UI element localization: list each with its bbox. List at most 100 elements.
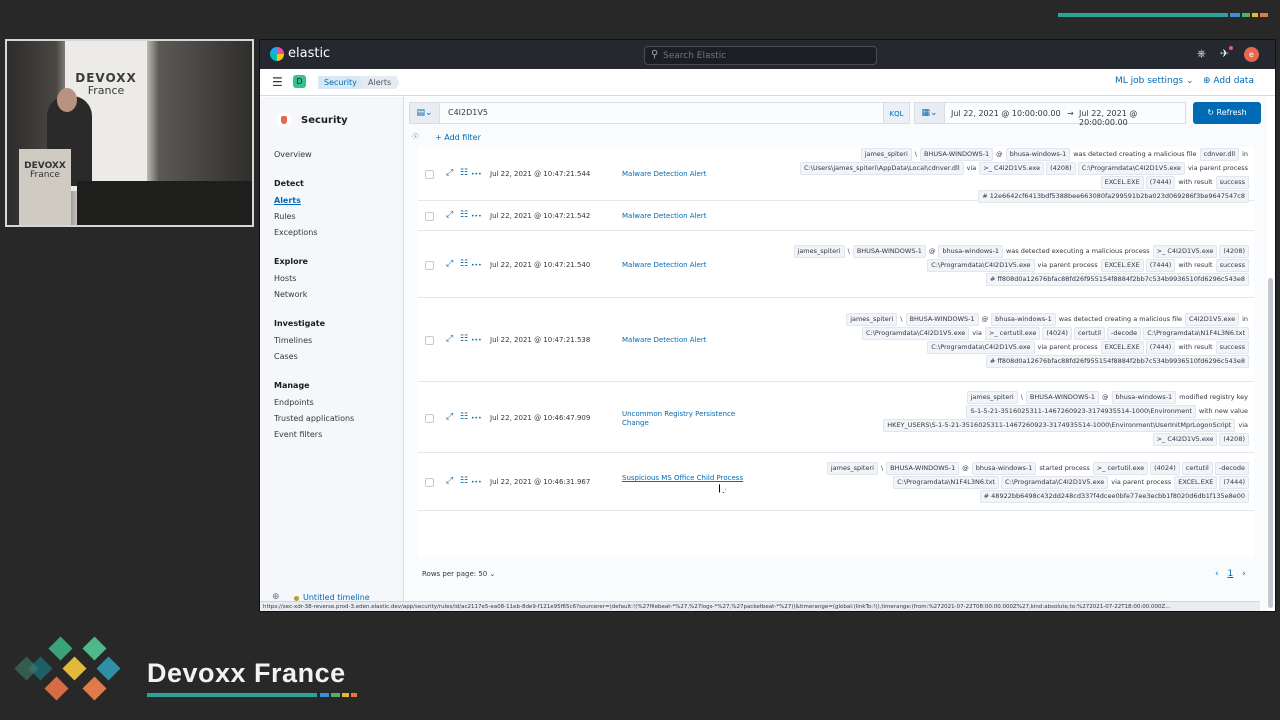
reason-token[interactable]: BHUSA-WINDOWS-1 xyxy=(905,313,979,326)
reason-token[interactable]: success xyxy=(1215,259,1249,272)
saved-query-button[interactable]: ▤⌄ xyxy=(410,103,440,123)
reason-token[interactable]: >_ certutil.exe xyxy=(984,327,1041,340)
analyze-graph-icon[interactable]: ☷ xyxy=(460,412,468,422)
analyze-graph-icon[interactable]: ☷ xyxy=(460,476,468,486)
reason-token[interactable]: bhusa-windows-1 xyxy=(938,245,1004,258)
global-search[interactable]: ⚲ xyxy=(644,46,877,65)
reason-token[interactable]: (4208) xyxy=(1219,433,1249,446)
date-end[interactable]: Jul 22, 2021 @ 20:00:00.00 xyxy=(1079,109,1185,127)
sidebar-item-alerts[interactable]: Alerts xyxy=(274,196,301,205)
more-actions-icon[interactable]: ••• xyxy=(471,213,482,220)
reason-token[interactable]: bhusa-windows-1 xyxy=(1005,148,1071,161)
alert-rule-link[interactable]: Malware Detection Alert xyxy=(622,170,747,179)
reason-token[interactable]: BHUSA-WINDOWS-1 xyxy=(1025,391,1099,404)
space-avatar[interactable]: D xyxy=(293,75,306,88)
ml-job-settings-button[interactable]: ML job settings ⌄ xyxy=(1115,76,1194,86)
sidebar-item-timelines[interactable]: Timelines xyxy=(274,336,312,345)
reason-token[interactable]: # 48922bb6498c432dd248cd337f4dcee0bfe77e… xyxy=(979,490,1249,503)
expand-icon[interactable]: ⤢ xyxy=(446,476,453,486)
row-checkbox[interactable] xyxy=(425,170,434,179)
reason-token[interactable]: >_ C4I2D1V5.exe xyxy=(1152,245,1218,258)
reason-token[interactable]: BHUSA-WINDOWS-1 xyxy=(852,245,926,258)
reason-token[interactable]: certutil xyxy=(1073,327,1106,340)
sidebar-item-endpoints[interactable]: Endpoints xyxy=(274,398,314,407)
add-data-button[interactable]: ⊕ Add data xyxy=(1203,76,1254,86)
filter-icon[interactable]: ☉ xyxy=(412,132,419,141)
reason-token[interactable]: >_ C4I2D1V5.exe xyxy=(1152,433,1218,446)
more-actions-icon[interactable]: ••• xyxy=(471,415,482,422)
reason-token[interactable]: james_spiteri xyxy=(966,391,1018,404)
reason-token[interactable]: success xyxy=(1215,176,1249,189)
breadcrumb-security[interactable]: Security xyxy=(318,76,365,89)
newsfeed-icon[interactable]: ✈ xyxy=(1220,47,1229,60)
sidebar-item-event-filters[interactable]: Event filters xyxy=(274,430,322,439)
alert-rule-link[interactable]: Malware Detection Alert xyxy=(622,261,747,270)
user-avatar[interactable]: e xyxy=(1244,47,1259,62)
reason-token[interactable]: C4I2D1V5.exe xyxy=(1185,313,1240,326)
reason-token[interactable]: BHUSA-WINDOWS-1 xyxy=(920,148,994,161)
alert-rule-link[interactable]: Malware Detection Alert xyxy=(622,336,747,345)
reason-token[interactable]: (7444) xyxy=(1145,176,1176,189)
sidebar-item-rules[interactable]: Rules xyxy=(274,212,296,221)
more-actions-icon[interactable]: ••• xyxy=(471,171,482,178)
reason-token[interactable]: bhusa-windows-1 xyxy=(991,313,1056,326)
search-input[interactable] xyxy=(663,48,863,63)
reason-token[interactable]: HKEY_USERS\S-1-5-21-3516025311-146726092… xyxy=(883,419,1236,432)
reason-token[interactable]: (7444) xyxy=(1145,259,1176,272)
reason-token[interactable]: EXCEL.EXE xyxy=(1100,259,1144,272)
reason-token[interactable]: BHUSA-WINDOWS-1 xyxy=(886,462,960,475)
reason-token[interactable]: (4208) xyxy=(1046,162,1076,175)
reason-token[interactable]: EXCEL.EXE xyxy=(1174,476,1218,489)
sidebar-item-cases[interactable]: Cases xyxy=(274,352,298,361)
expand-icon[interactable]: ⤢ xyxy=(446,210,453,220)
reason-token[interactable]: C:\Programdata\N1F4L3N6.txt xyxy=(1143,327,1249,340)
alert-rule-link[interactable]: Uncommon Registry Persistence Change xyxy=(622,410,747,428)
elastic-logo-icon[interactable] xyxy=(270,47,284,61)
reason-token[interactable]: >_ certutil.exe xyxy=(1092,462,1149,475)
kql-language-toggle[interactable]: KQL xyxy=(883,102,910,124)
expand-icon[interactable]: ⤢ xyxy=(446,168,453,178)
row-checkbox[interactable] xyxy=(425,336,434,345)
reason-token[interactable]: bhusa-windows-1 xyxy=(1111,391,1177,404)
expand-icon[interactable]: ⤢ xyxy=(446,412,453,422)
reason-token[interactable]: C:\Programdata\C4I2D1V5.exe xyxy=(927,341,1035,354)
reason-token[interactable]: james_spiteri xyxy=(826,462,878,475)
more-actions-icon[interactable]: ••• xyxy=(471,262,482,269)
refresh-button[interactable]: ↻ Refresh xyxy=(1193,102,1261,124)
scrollbar[interactable] xyxy=(1268,278,1273,608)
chevron-left-icon[interactable]: ‹ xyxy=(1215,569,1219,579)
analyze-graph-icon[interactable]: ☷ xyxy=(460,334,468,344)
reason-token[interactable]: EXCEL.EXE xyxy=(1100,341,1144,354)
reason-token[interactable]: james_spiteri xyxy=(846,313,898,326)
row-checkbox[interactable] xyxy=(425,414,434,423)
reason-token[interactable]: >_ C4I2D1V5.exe xyxy=(979,162,1045,175)
analyze-graph-icon[interactable]: ☷ xyxy=(460,210,468,220)
reason-token[interactable]: C:\Programdata\C4I2D1V5.exe xyxy=(862,327,970,340)
calendar-quick-menu-button[interactable]: ▦⌄ xyxy=(915,103,945,123)
reason-token[interactable]: bhusa-windows-1 xyxy=(971,462,1037,475)
sidebar-item-trusted-applications[interactable]: Trusted applications xyxy=(274,414,354,423)
reason-token[interactable]: C:\Programdata\C4I2D1V5.exe xyxy=(1000,476,1109,489)
sidebar-item-hosts[interactable]: Hosts xyxy=(274,274,296,283)
reason-token[interactable]: # ff808d0a12676bfac88fd26f955154f8884f2b… xyxy=(985,273,1249,286)
expand-icon[interactable]: ⤢ xyxy=(446,334,453,344)
more-actions-icon[interactable]: ••• xyxy=(471,479,482,486)
sidebar-item-overview[interactable]: Overview xyxy=(274,150,312,159)
alert-rule-link[interactable]: Suspicious MS Office Child Process xyxy=(622,474,747,483)
reason-token[interactable]: cdnver.dll xyxy=(1199,148,1240,161)
row-checkbox[interactable] xyxy=(425,261,434,270)
reason-token[interactable]: (7444) xyxy=(1145,341,1176,354)
help-icon[interactable]: ⎈ xyxy=(1197,47,1206,61)
reason-token[interactable]: -decode xyxy=(1107,327,1142,340)
more-actions-icon[interactable]: ••• xyxy=(471,337,482,344)
reason-token[interactable]: (4024) xyxy=(1150,462,1180,475)
sidebar-item-exceptions[interactable]: Exceptions xyxy=(274,228,318,237)
reason-token[interactable]: C:\Programdata\C4I2D1V5.exe xyxy=(1077,162,1185,175)
reason-token[interactable]: -decode xyxy=(1214,462,1249,475)
add-filter-button[interactable]: + Add filter xyxy=(435,133,481,142)
row-checkbox[interactable] xyxy=(425,478,434,487)
rows-per-page-button[interactable]: Rows per page: 50 ⌄ xyxy=(422,570,495,578)
reason-token[interactable]: C:\Users\james_spiteri\AppData\Local\cdn… xyxy=(800,162,964,175)
reason-token[interactable]: (4024) xyxy=(1042,327,1072,340)
menu-icon[interactable]: ☰ xyxy=(272,75,283,89)
